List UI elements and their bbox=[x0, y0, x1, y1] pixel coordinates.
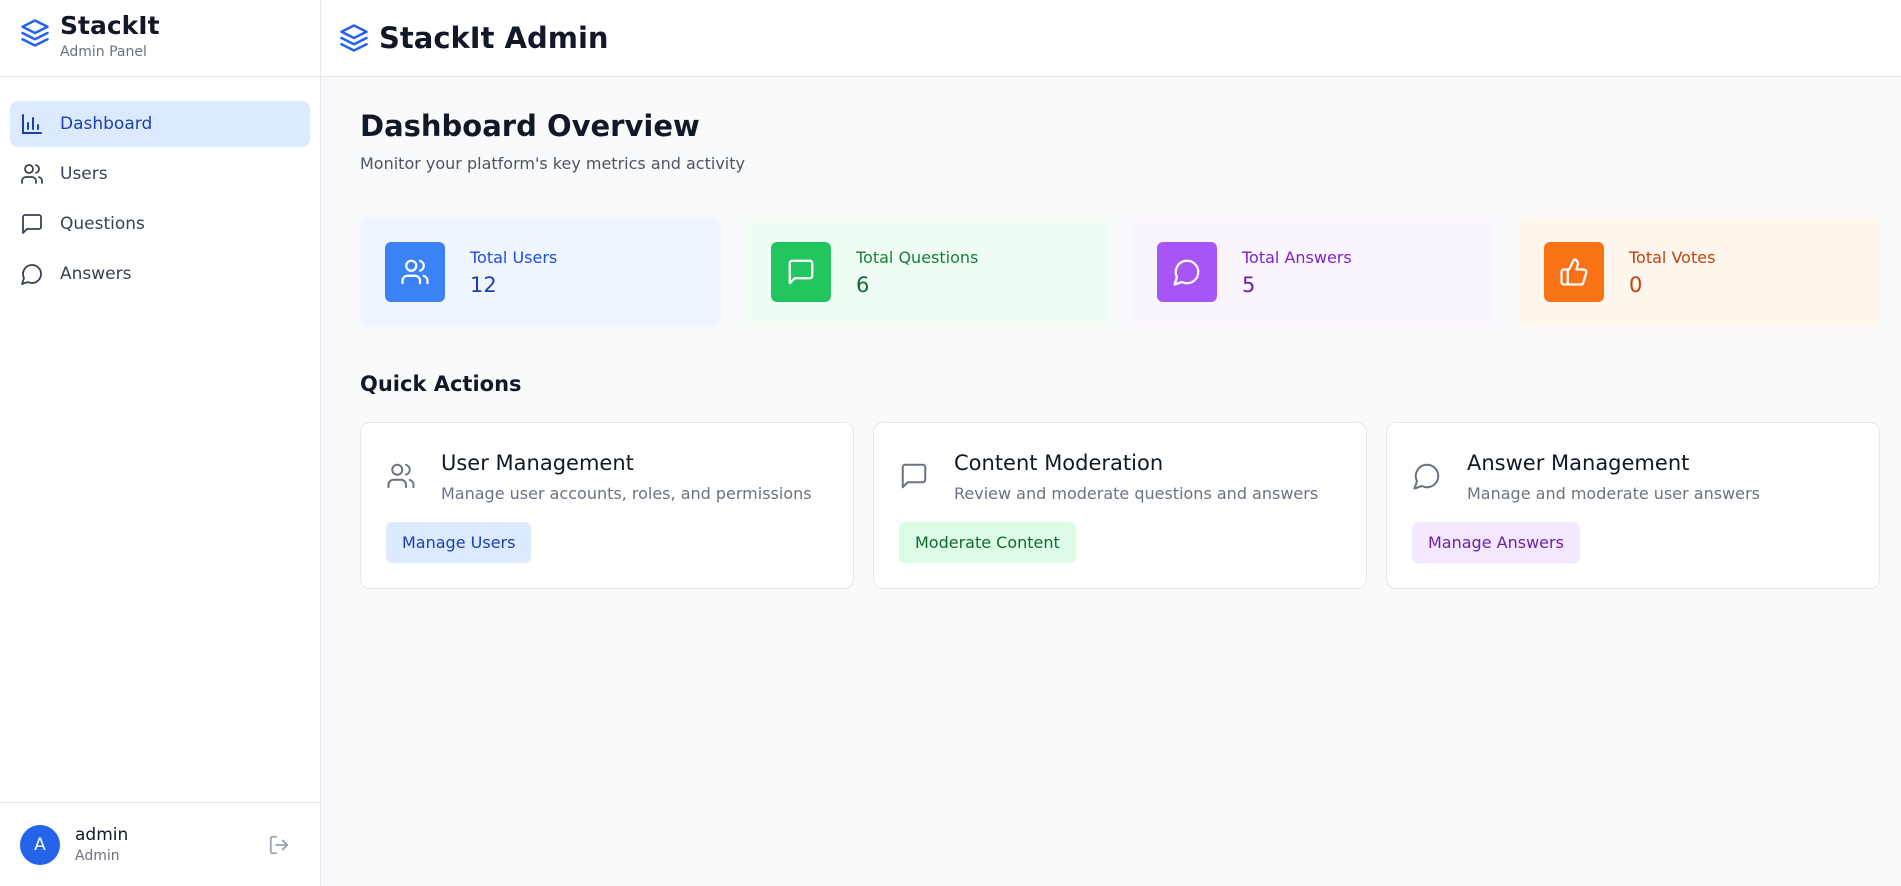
stat-icon-box bbox=[1544, 242, 1604, 302]
stat-label: Total Answers bbox=[1242, 247, 1352, 267]
users-icon bbox=[401, 259, 429, 285]
stat-value: 12 bbox=[470, 272, 497, 297]
page-subtitle: Monitor your platform's key metrics and … bbox=[360, 154, 745, 173]
stat-value: 5 bbox=[1242, 272, 1256, 297]
message-circle-icon bbox=[21, 264, 42, 285]
stat-label: Total Votes bbox=[1629, 247, 1716, 267]
answer-management-card: Answer Management Manage and moderate us… bbox=[1386, 422, 1880, 589]
user-name: admin bbox=[75, 825, 129, 845]
stat-icon-box bbox=[1157, 242, 1217, 302]
stat-value: 0 bbox=[1629, 272, 1643, 297]
stat-label: Total Questions bbox=[856, 247, 979, 267]
card-title: Answer Management bbox=[1467, 451, 1690, 475]
sidebar-item-answers[interactable]: Answers bbox=[10, 251, 310, 297]
sidebar-item-label: Dashboard bbox=[60, 114, 153, 134]
user-management-card: User Management Manage user accounts, ro… bbox=[360, 422, 854, 589]
message-circle-icon bbox=[1173, 259, 1200, 286]
sidebar: StackIt Admin Panel Dashboard Users Ques… bbox=[0, 0, 321, 886]
sidebar-item-questions[interactable]: Questions bbox=[10, 201, 310, 247]
message-square-icon bbox=[788, 259, 814, 285]
stat-card-total-answers: Total Answers 5 bbox=[1132, 217, 1493, 327]
stat-card-total-users: Total Users 12 bbox=[360, 217, 721, 327]
stat-card-total-questions: Total Questions 6 bbox=[746, 217, 1107, 327]
stat-icon-box bbox=[771, 242, 831, 302]
users-icon bbox=[387, 463, 415, 489]
moderate-content-button[interactable]: Moderate Content bbox=[899, 522, 1076, 563]
message-square-icon bbox=[901, 463, 927, 489]
stat-icon-box bbox=[385, 242, 445, 302]
sidebar-item-label: Users bbox=[60, 164, 108, 184]
card-description: Manage user accounts, roles, and permiss… bbox=[441, 484, 812, 503]
stat-card-total-votes: Total Votes 0 bbox=[1519, 217, 1880, 327]
logout-icon[interactable] bbox=[268, 834, 290, 856]
avatar[interactable]: A bbox=[20, 824, 60, 865]
message-circle-icon bbox=[1413, 463, 1440, 490]
stat-label: Total Users bbox=[470, 247, 558, 267]
page-title: Dashboard Overview bbox=[360, 109, 700, 143]
thumbs-up-icon bbox=[1560, 258, 1588, 286]
bar-chart-icon bbox=[22, 114, 42, 134]
user-role: Admin bbox=[75, 848, 120, 864]
layers-icon bbox=[21, 19, 49, 47]
sidebar-item-dashboard[interactable]: Dashboard bbox=[10, 101, 310, 147]
stat-value: 6 bbox=[856, 272, 870, 297]
sidebar-item-label: Questions bbox=[60, 214, 145, 234]
brand-name: StackIt bbox=[60, 11, 160, 40]
top-header: StackIt Admin bbox=[321, 0, 1901, 77]
brand: StackIt Admin Panel bbox=[0, 0, 320, 77]
card-title: User Management bbox=[441, 451, 634, 475]
brand-subtitle: Admin Panel bbox=[60, 44, 147, 60]
card-description: Review and moderate questions and answer… bbox=[954, 484, 1319, 503]
message-square-icon bbox=[22, 214, 42, 234]
card-description: Manage and moderate user answers bbox=[1467, 484, 1760, 503]
layers-icon bbox=[340, 24, 368, 52]
manage-users-button[interactable]: Manage Users bbox=[386, 522, 532, 563]
header-title: StackIt Admin bbox=[379, 21, 609, 55]
quick-actions-title: Quick Actions bbox=[360, 372, 522, 396]
sidebar-item-users[interactable]: Users bbox=[10, 151, 310, 197]
users-icon bbox=[21, 164, 43, 184]
sidebar-item-label: Answers bbox=[60, 264, 132, 284]
content-moderation-card: Content Moderation Review and moderate q… bbox=[873, 422, 1367, 589]
card-title: Content Moderation bbox=[954, 451, 1164, 475]
sidebar-nav: Dashboard Users Questions Answers bbox=[0, 77, 320, 297]
manage-answers-button[interactable]: Manage Answers bbox=[1412, 522, 1580, 563]
current-user: A admin Admin bbox=[0, 802, 320, 886]
